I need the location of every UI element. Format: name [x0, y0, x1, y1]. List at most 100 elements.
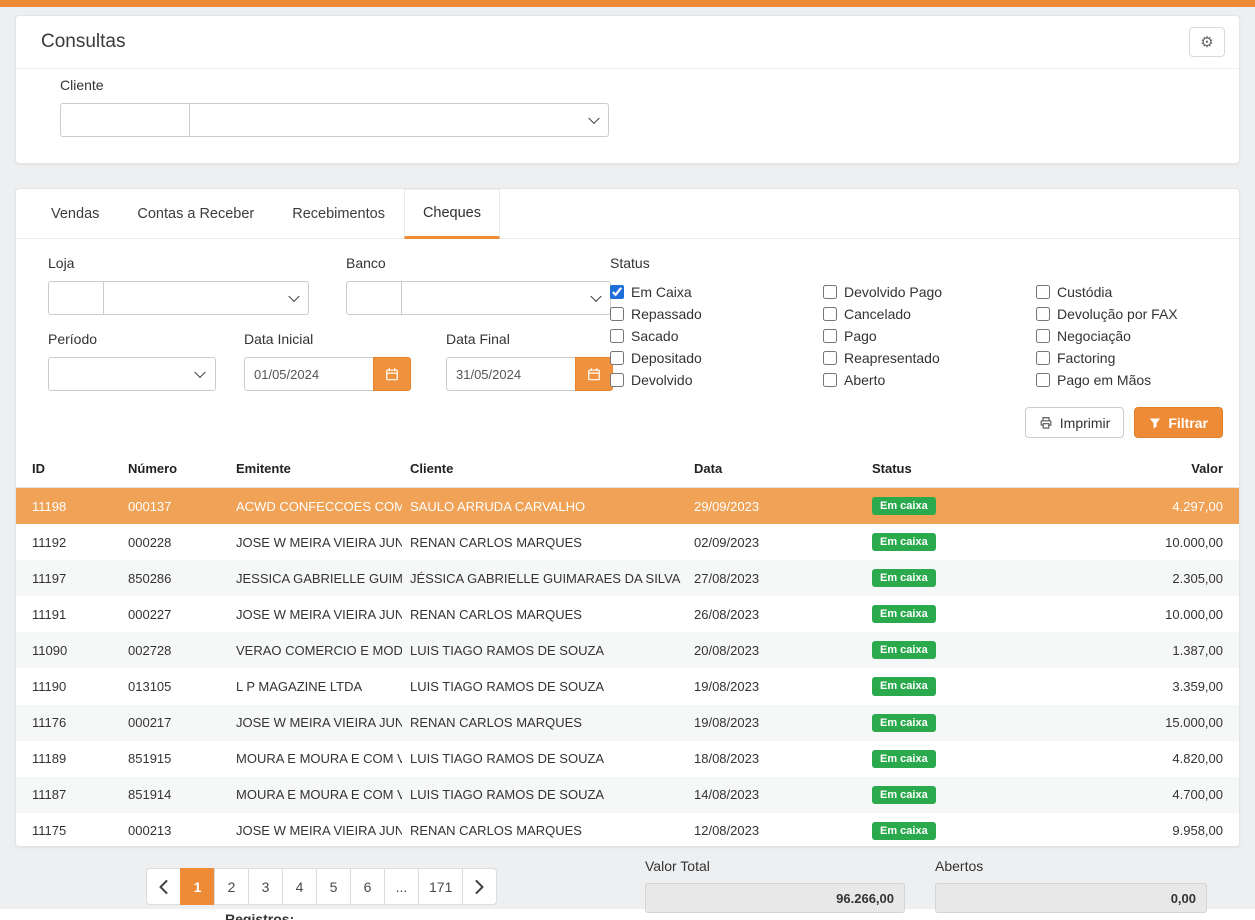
data-final-calendar-button[interactable]	[575, 357, 613, 391]
status-option-devolvido[interactable]: Devolvido	[610, 369, 823, 391]
table-row[interactable]: 11191000227JOSE W MEIRA VIEIRA JUNIORREN…	[16, 596, 1239, 632]
prev-page-button[interactable]	[146, 868, 181, 905]
cell-id: 11175	[16, 813, 120, 847]
status-checkbox-depositado[interactable]	[610, 351, 624, 365]
status-option-sacado[interactable]: Sacado	[610, 325, 823, 347]
status-option-repassado[interactable]: Repassado	[610, 303, 823, 325]
cell-status: Em caixa	[864, 488, 1085, 525]
status-checkbox-negociacao[interactable]	[1036, 329, 1050, 343]
cliente-code-input[interactable]	[60, 103, 190, 137]
status-checkbox-sacado[interactable]	[610, 329, 624, 343]
periodo-select[interactable]	[48, 357, 216, 391]
status-option-depositado[interactable]: Depositado	[610, 347, 823, 369]
loja-select[interactable]	[103, 281, 309, 315]
page-button-171[interactable]: 171	[418, 868, 463, 905]
banco-select[interactable]	[401, 281, 611, 315]
consultas-header: Consultas ⚙	[16, 16, 1239, 69]
page-button-2[interactable]: 2	[214, 868, 249, 905]
page-button-3[interactable]: 3	[248, 868, 283, 905]
status-checkbox-custodia[interactable]	[1036, 285, 1050, 299]
status-option-reapresentado[interactable]: Reapresentado	[823, 347, 1036, 369]
cell-emitente: MOURA E MOURA E COM VA...	[228, 777, 402, 813]
status-option-negociacao[interactable]: Negociação	[1036, 325, 1206, 347]
cell-valor: 10.000,00	[1085, 596, 1239, 632]
status-checkbox-devolvido-pago[interactable]	[823, 285, 837, 299]
page-button-4[interactable]: 4	[282, 868, 317, 905]
cell-status: Em caixa	[864, 705, 1085, 741]
cell-data: 02/09/2023	[686, 524, 864, 560]
table-row[interactable]: 11187851914MOURA E MOURA E COM VA...LUIS…	[16, 777, 1239, 813]
status-option-label: Factoring	[1057, 350, 1115, 366]
cell-status: Em caixa	[864, 560, 1085, 596]
cell-valor: 4.820,00	[1085, 741, 1239, 777]
tab-vendas[interactable]: Vendas	[32, 189, 118, 238]
data-inicial-input[interactable]	[244, 357, 374, 391]
status-label: Status	[610, 253, 1206, 274]
table-row[interactable]: 11192000228JOSE W MEIRA VIEIRA JUNIORREN…	[16, 524, 1239, 560]
calendar-icon	[385, 367, 399, 381]
status-badge: Em caixa	[872, 569, 936, 587]
page-button-ellipsis[interactable]: ...	[384, 868, 419, 905]
status-badge: Em caixa	[872, 497, 936, 515]
data-inicial-calendar-button[interactable]	[373, 357, 411, 391]
settings-button[interactable]: ⚙	[1189, 27, 1225, 57]
status-checkbox-devolucao-por-fax[interactable]	[1036, 307, 1050, 321]
page-button-1[interactable]: 1	[180, 868, 215, 905]
status-checkbox-reapresentado[interactable]	[823, 351, 837, 365]
chevron-right-icon	[475, 880, 484, 894]
status-checkbox-pago[interactable]	[823, 329, 837, 343]
table-row[interactable]: 11198000137ACWD CONFECCOES COMER...SAULO…	[16, 488, 1239, 525]
cell-cliente: LUIS TIAGO RAMOS DE SOUZA	[402, 668, 686, 704]
table-row[interactable]: 11175000213JOSE W MEIRA VIEIRA JUNIORREN…	[16, 813, 1239, 847]
tab-contas-a-receber[interactable]: Contas a Receber	[118, 189, 273, 238]
status-option-devolucao-por-fax[interactable]: Devolução por FAX	[1036, 303, 1206, 325]
status-option-devolvido-pago[interactable]: Devolvido Pago	[823, 281, 1036, 303]
loja-code-input[interactable]	[48, 281, 104, 315]
status-option-label: Devolução por FAX	[1057, 306, 1178, 322]
data-inicial-label: Data Inicial	[244, 329, 446, 350]
status-option-pago[interactable]: Pago	[823, 325, 1036, 347]
status-checkbox-repassado[interactable]	[610, 307, 624, 321]
imprimir-button[interactable]: Imprimir	[1025, 407, 1125, 438]
cell-numero: 013105	[120, 668, 228, 704]
cell-status: Em caixa	[864, 632, 1085, 668]
column-header-emitente: Emitente	[228, 450, 402, 488]
status-option-aberto[interactable]: Aberto	[823, 369, 1036, 391]
status-option-cancelado[interactable]: Cancelado	[823, 303, 1036, 325]
cell-emitente: JOSE W MEIRA VIEIRA JUNIOR	[228, 596, 402, 632]
data-final-input[interactable]	[446, 357, 576, 391]
table-row[interactable]: 11176000217JOSE W MEIRA VIEIRA JUNIORREN…	[16, 705, 1239, 741]
status-checkbox-factoring[interactable]	[1036, 351, 1050, 365]
column-header-status: Status	[864, 450, 1085, 488]
status-option-em-caixa[interactable]: Em Caixa	[610, 281, 823, 303]
status-checkbox-em-caixa[interactable]	[610, 285, 624, 299]
banco-code-input[interactable]	[346, 281, 402, 315]
tab-recebimentos[interactable]: Recebimentos	[273, 189, 404, 238]
status-option-factoring[interactable]: Factoring	[1036, 347, 1206, 369]
status-checkbox-devolvido[interactable]	[610, 373, 624, 387]
table-row[interactable]: 11189851915MOURA E MOURA E COM VA...LUIS…	[16, 741, 1239, 777]
status-option-label: Custódia	[1057, 284, 1112, 300]
imprimir-label: Imprimir	[1060, 415, 1111, 431]
status-checkbox-aberto[interactable]	[823, 373, 837, 387]
next-page-button[interactable]	[462, 868, 497, 905]
status-option-label: Reapresentado	[844, 350, 940, 366]
cell-id: 11190	[16, 668, 120, 704]
calendar-icon	[587, 367, 601, 381]
table-row[interactable]: 11197850286JESSICA GABRIELLE GUIMA...JÉS…	[16, 560, 1239, 596]
status-checkbox-pago-em-maos[interactable]	[1036, 373, 1050, 387]
tab-bar: VendasContas a ReceberRecebimentosCheque…	[16, 189, 1239, 239]
cliente-select[interactable]	[189, 103, 609, 137]
status-badge: Em caixa	[872, 750, 936, 768]
status-badge: Em caixa	[872, 533, 936, 551]
filtrar-button[interactable]: Filtrar	[1134, 407, 1223, 438]
tab-cheques[interactable]: Cheques	[404, 189, 500, 239]
status-checkbox-cancelado[interactable]	[823, 307, 837, 321]
table-row[interactable]: 11090002728VERAO COMERCIO E MODAS...LUIS…	[16, 632, 1239, 668]
table-row[interactable]: 11190013105L P MAGAZINE LTDALUIS TIAGO R…	[16, 668, 1239, 704]
page-button-6[interactable]: 6	[350, 868, 385, 905]
page-button-5[interactable]: 5	[316, 868, 351, 905]
status-option-pago-em-maos[interactable]: Pago em Mãos	[1036, 369, 1206, 391]
status-option-custodia[interactable]: Custódia	[1036, 281, 1206, 303]
cell-valor: 15.000,00	[1085, 705, 1239, 741]
